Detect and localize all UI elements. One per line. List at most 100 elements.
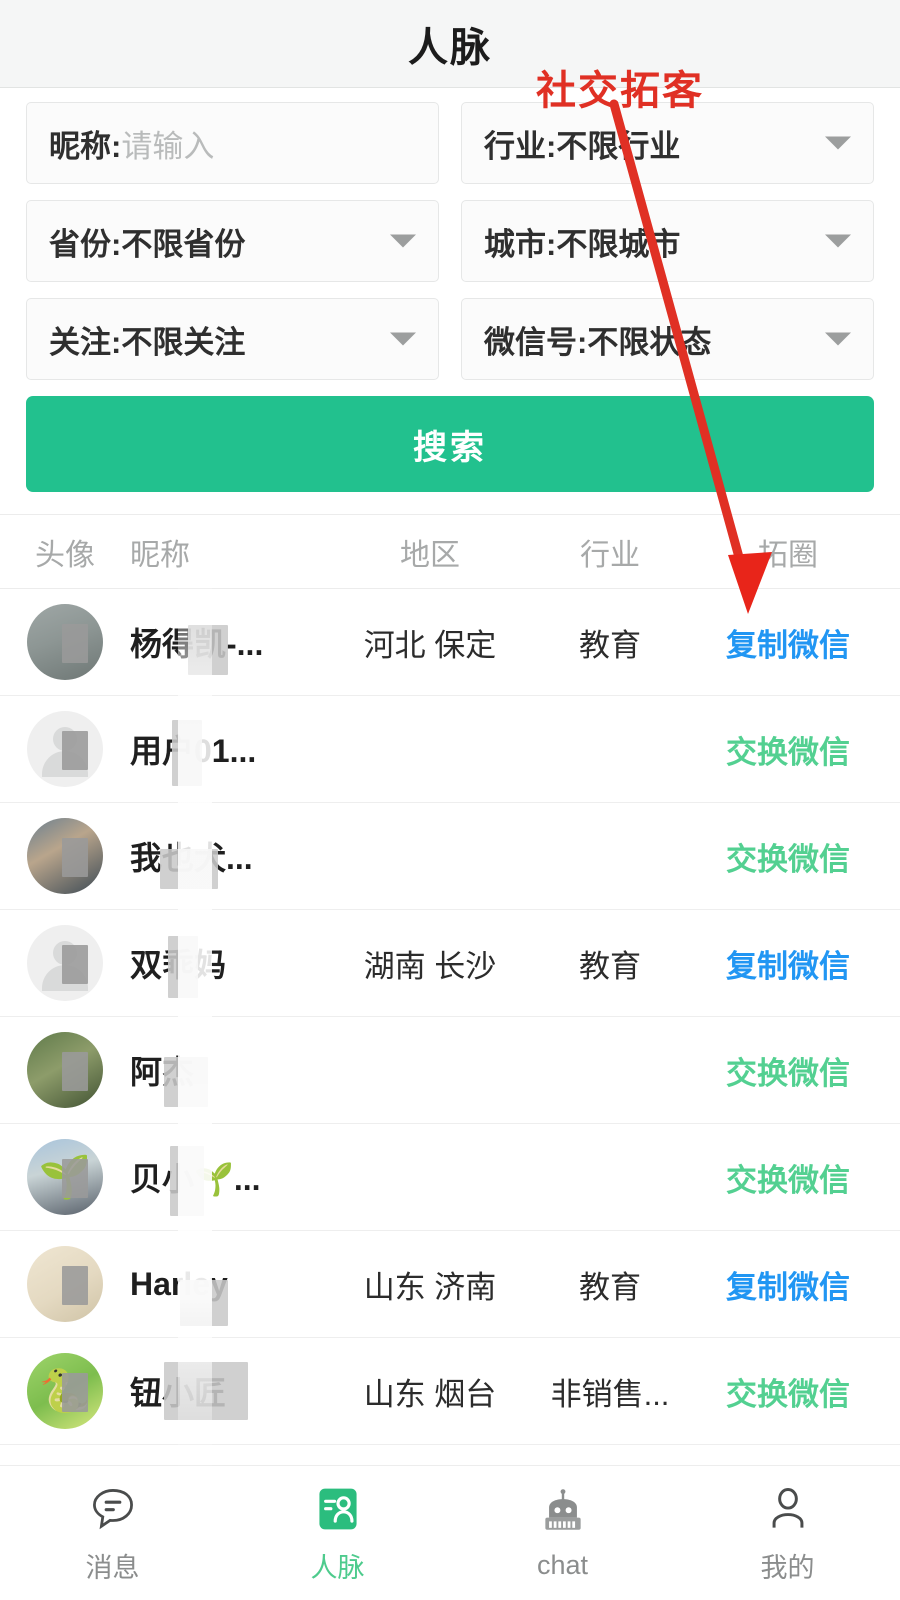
- follow-label: 关注:: [49, 324, 122, 360]
- wechat-value: 不限状态: [587, 324, 712, 360]
- contact-nickname: 贝小🌱...: [130, 1146, 261, 1216]
- avatar: 🌱: [27, 1139, 103, 1215]
- message-icon: [85, 1481, 141, 1537]
- chevron-down-icon: [390, 332, 416, 346]
- redaction-block: [180, 1279, 228, 1326]
- table-row[interactable]: 我也犬... 交换微信: [0, 803, 900, 910]
- industry-value: 不限行业: [556, 128, 681, 164]
- tab-chat[interactable]: chat: [450, 1485, 675, 1581]
- copy-wechat-button[interactable]: 复制微信: [726, 1262, 850, 1307]
- avatar: [27, 604, 103, 680]
- redaction-block: [61, 623, 88, 664]
- table-row[interactable]: 双乖妈 湖南 长沙 教育 复制微信: [0, 910, 900, 1017]
- chevron-down-icon: [825, 332, 851, 346]
- page-header: 人脉: [0, 0, 900, 88]
- redaction-block: [61, 944, 88, 985]
- avatar: [27, 818, 103, 894]
- redaction-block: [61, 1265, 88, 1306]
- tab-label-chat: chat: [536, 1550, 589, 1580]
- contact-nickname: 钮小匠: [130, 1362, 248, 1420]
- page-title: 人脉: [408, 25, 492, 70]
- column-header-nickname: 昵称: [130, 538, 190, 572]
- contact-industry: 教育: [579, 627, 641, 663]
- redaction-block: [61, 837, 88, 878]
- contacts-icon: [310, 1481, 366, 1537]
- table-row[interactable]: 🌱 贝小🌱... 交换微信: [0, 1124, 900, 1231]
- redaction-block: [61, 1372, 88, 1413]
- redaction-block: [164, 1362, 248, 1420]
- redaction-block: [172, 720, 202, 786]
- city-label-value: 城市:不限城市: [484, 219, 680, 264]
- column-header-region: 地区: [400, 538, 460, 572]
- city-select[interactable]: 城市:不限城市: [461, 200, 874, 282]
- follow-value: 不限关注: [121, 324, 246, 360]
- table-row[interactable]: 阿杰 交换微信: [0, 1017, 900, 1124]
- tab-messages[interactable]: 消息: [0, 1481, 225, 1585]
- table-row[interactable]: 杨得凯-... 河北 保定 教育 复制微信: [0, 589, 900, 696]
- tab-profile[interactable]: 我的: [675, 1481, 900, 1585]
- nickname-input[interactable]: 昵称:请输入: [26, 102, 439, 184]
- industry-label-value: 行业:不限行业: [484, 121, 680, 166]
- redaction-block: [61, 1051, 88, 1092]
- person-icon: [760, 1481, 816, 1537]
- contact-nickname: 杨得凯-...: [130, 619, 263, 675]
- wechat-label-value: 微信号:不限状态: [484, 317, 711, 362]
- app-root: 人脉 昵称:请输入 行业:不限行业 省份:不限省份 城市:不限城市 关注:不限关…: [0, 0, 900, 1600]
- contact-industry: 非销售...: [550, 1376, 670, 1412]
- nickname-label: 昵称:: [49, 128, 122, 164]
- table-body: 杨得凯-...河北 保定教育复制微信用户01...交换微信我也犬...交换微信双…: [0, 589, 900, 1445]
- table-row[interactable]: Harley 山东 济南 教育 复制微信: [0, 1231, 900, 1338]
- province-select[interactable]: 省份:不限省份: [26, 200, 439, 282]
- contact-industry: 教育: [579, 948, 641, 984]
- contact-industry: 教育: [579, 1269, 641, 1305]
- tab-contacts[interactable]: 人脉: [225, 1481, 450, 1585]
- exchange-wechat-button[interactable]: 交换微信: [726, 1155, 850, 1200]
- industry-label: 行业:: [484, 128, 557, 164]
- exchange-wechat-button[interactable]: 交换微信: [726, 1369, 850, 1414]
- exchange-wechat-button[interactable]: 交换微信: [726, 834, 850, 879]
- contact-nickname: 我也犬...: [130, 833, 253, 889]
- avatar: 🐍: [27, 1353, 103, 1429]
- wechat-status-select[interactable]: 微信号:不限状态: [461, 298, 874, 380]
- follow-label-value: 关注:不限关注: [49, 317, 245, 362]
- contacts-table: 头像 昵称 地区 行业 拓圈 杨得凯-...河北 保定教育复制微信用户01...…: [0, 514, 900, 1445]
- tab-label-profile: 我的: [760, 1553, 815, 1583]
- copy-wechat-button[interactable]: 复制微信: [726, 620, 850, 665]
- redaction-block: [61, 730, 88, 771]
- search-button[interactable]: 搜索: [26, 396, 874, 492]
- avatar: [27, 1032, 103, 1108]
- filter-panel: 昵称:请输入 行业:不限行业 省份:不限省份 城市:不限城市 关注:不限关注 微…: [0, 88, 900, 492]
- exchange-wechat-button[interactable]: 交换微信: [726, 727, 850, 772]
- follow-select[interactable]: 关注:不限关注: [26, 298, 439, 380]
- table-row[interactable]: 🐍 钮小匠 山东 烟台 非销售... 交换微信: [0, 1338, 900, 1445]
- tab-label-messages: 消息: [85, 1553, 140, 1583]
- contact-nickname: 阿杰: [130, 1047, 208, 1107]
- annotation-label: 社交拓客: [536, 69, 704, 113]
- filter-row-1: 昵称:请输入 行业:不限行业: [26, 102, 874, 184]
- redaction-block: [160, 849, 218, 889]
- contact-nickname: 用户01...: [130, 720, 256, 786]
- column-header-industry: 行业: [580, 538, 640, 572]
- nickname-label-value: 昵称:请输入: [49, 121, 214, 166]
- column-header-action: 拓圈: [758, 538, 818, 572]
- city-value: 不限城市: [556, 226, 681, 262]
- exchange-wechat-button[interactable]: 交换微信: [726, 1048, 850, 1093]
- avatar: [27, 1246, 103, 1322]
- avatar: [27, 925, 103, 1001]
- chevron-down-icon: [825, 234, 851, 248]
- robot-icon: [535, 1485, 591, 1541]
- redaction-block: [164, 1057, 208, 1107]
- copy-wechat-button[interactable]: 复制微信: [726, 941, 850, 986]
- filter-row-3: 关注:不限关注 微信号:不限状态: [26, 298, 874, 380]
- wechat-label: 微信号:: [484, 324, 588, 360]
- redaction-block: [188, 625, 228, 675]
- redaction-block: [170, 1146, 204, 1216]
- chevron-down-icon: [390, 234, 416, 248]
- table-row[interactable]: 用户01... 交换微信: [0, 696, 900, 803]
- avatar: [27, 711, 103, 787]
- chevron-down-icon: [825, 136, 851, 150]
- city-label: 城市:: [484, 226, 557, 262]
- tab-label-contacts: 人脉: [310, 1553, 365, 1583]
- filter-row-2: 省份:不限省份 城市:不限城市: [26, 200, 874, 282]
- redaction-block: [61, 1158, 88, 1199]
